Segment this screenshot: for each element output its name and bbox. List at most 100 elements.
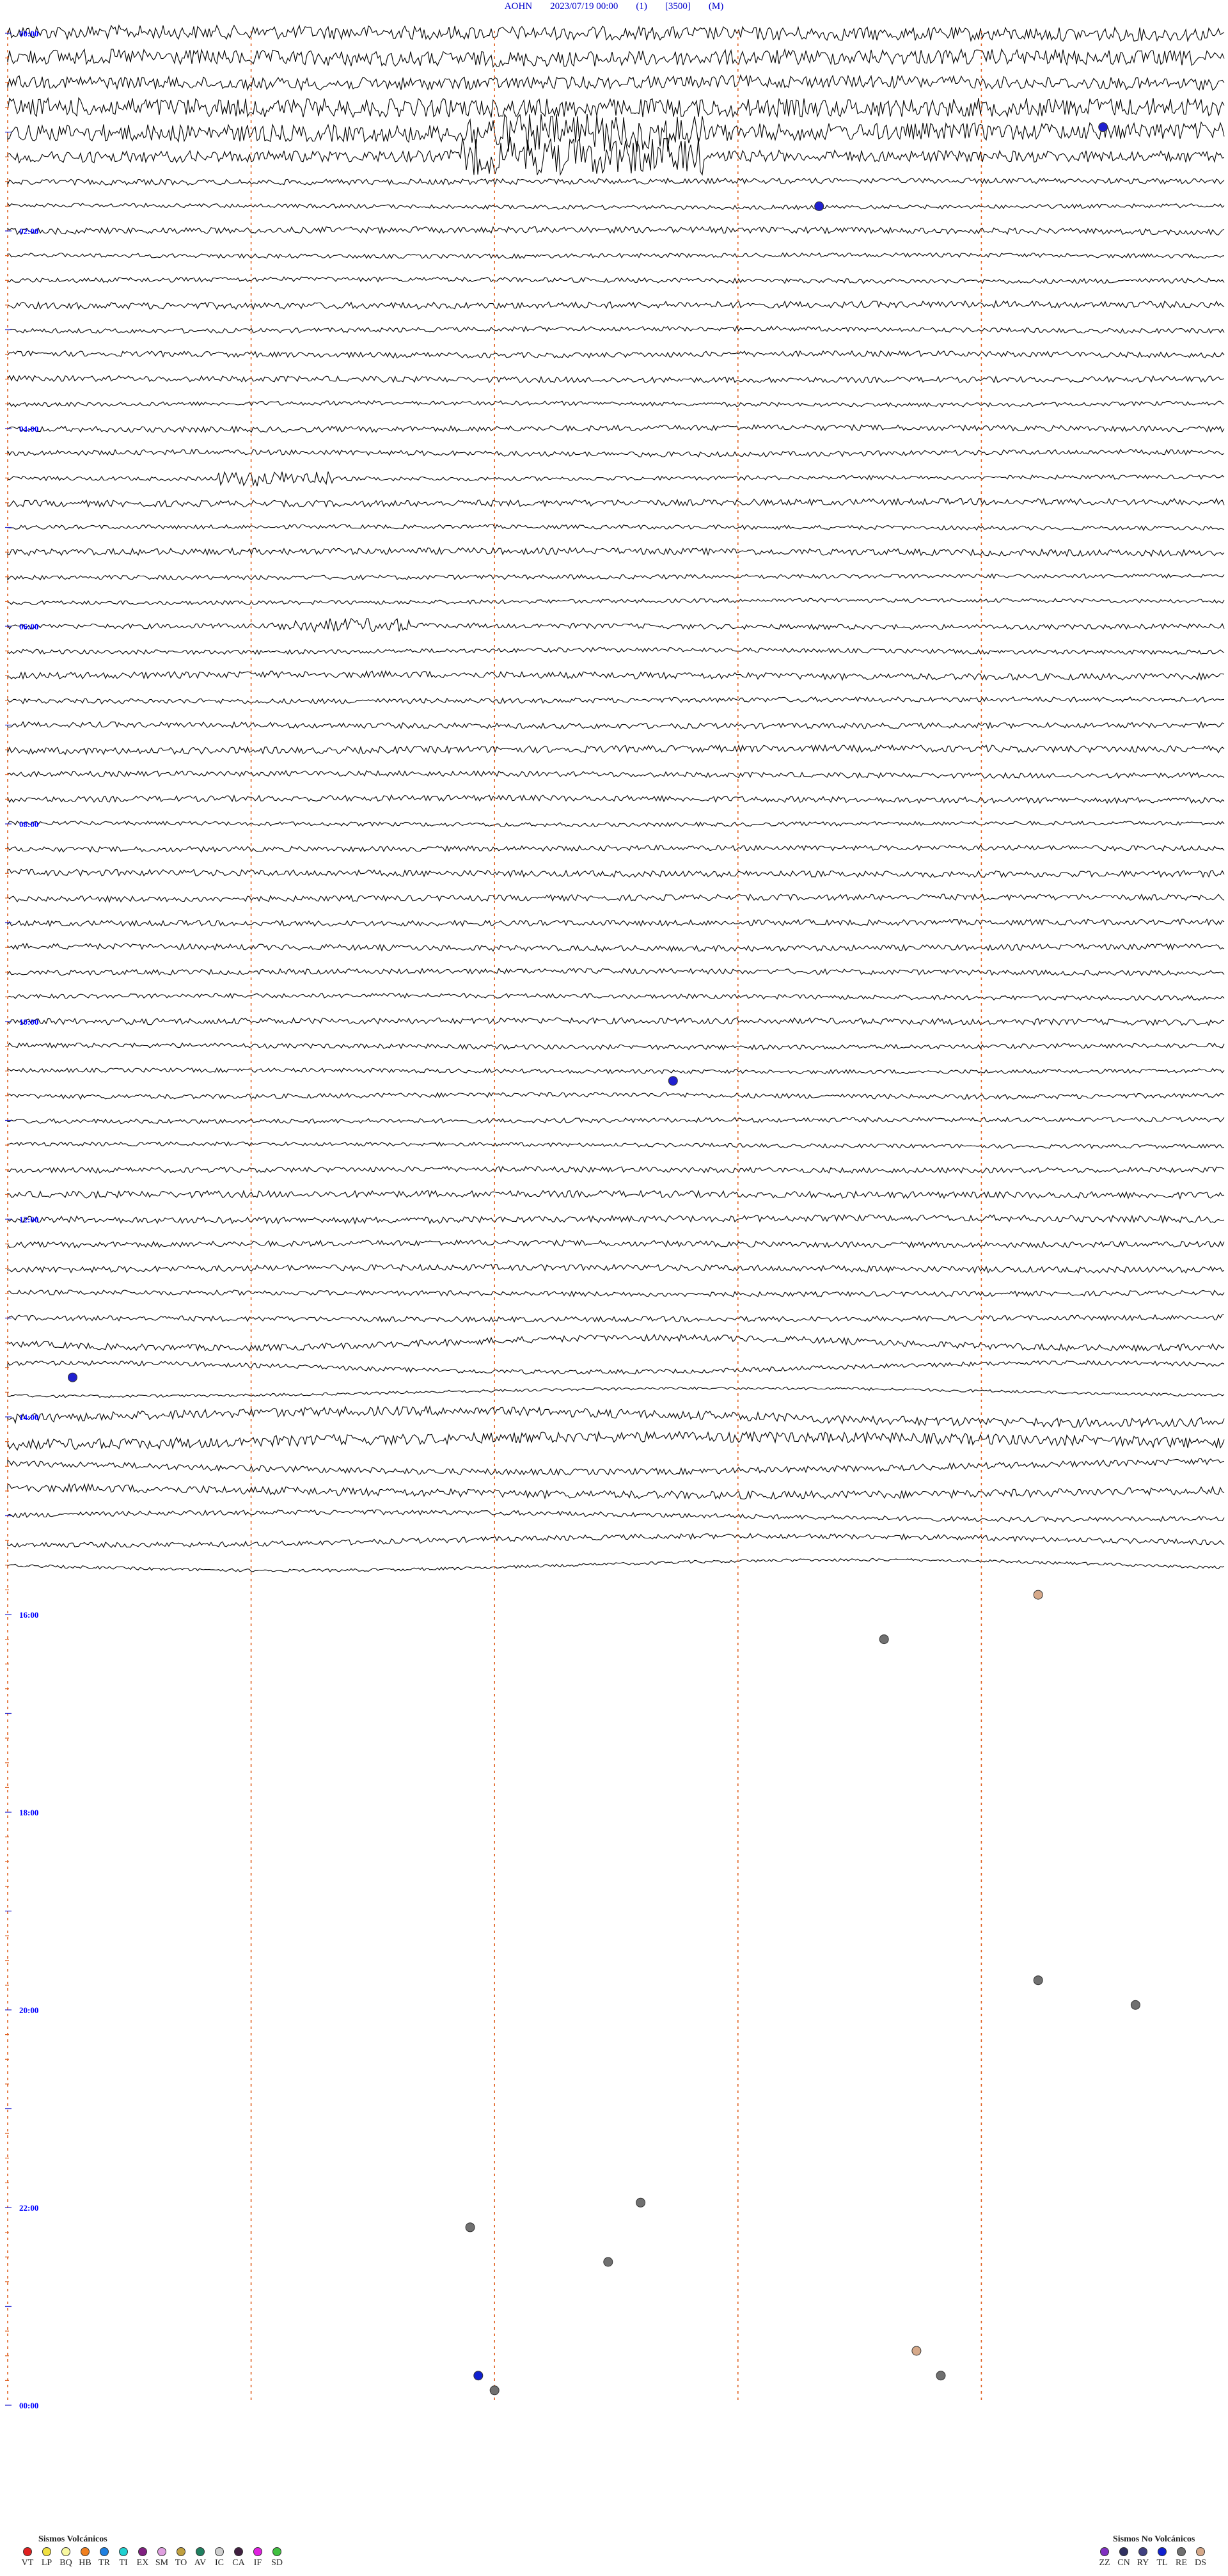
legend-nonvolcanic-ry: RY (1133, 2547, 1153, 2568)
trace-line (7, 374, 1225, 384)
legend-label: TI (119, 2558, 128, 2568)
trace-line (7, 48, 1225, 68)
legend-volcanic-tr: TR (95, 2547, 114, 2568)
trace-line (7, 820, 1225, 828)
non-volcanic-legend: ZZ CN RY TL RE DS (1095, 2547, 1223, 2573)
legend-label: CA (232, 2558, 245, 2568)
trace-line (7, 252, 1225, 260)
legend-nonvolcanic-tl: TL (1153, 2547, 1172, 2568)
trace-line (7, 325, 1225, 335)
legend-label: BQ (59, 2558, 72, 2568)
trace-line (7, 524, 1225, 532)
event-marker (911, 2346, 922, 2356)
legend-volcanic-av: AV (191, 2547, 210, 2568)
legend-dot-icon (42, 2547, 51, 2556)
event-marker (603, 2257, 613, 2267)
event-marker (473, 2371, 484, 2381)
trace-line (7, 744, 1225, 755)
event-marker (879, 1634, 889, 1645)
legend-dot-icon (253, 2547, 262, 2556)
trace-line (7, 1166, 1225, 1174)
trace-line (7, 721, 1225, 730)
legend-label: TO (175, 2558, 187, 2568)
hour-label: 00:00 (19, 2401, 38, 2410)
trace-line (7, 350, 1225, 359)
hour-label: 08:00 (19, 819, 38, 829)
trace-line (7, 1360, 1225, 1375)
trace-line (7, 400, 1225, 408)
legend-volcanic-bq: BQ (56, 2547, 75, 2568)
event-marker (1130, 2000, 1140, 2010)
trace-line (7, 1458, 1225, 1476)
trace-line (7, 1386, 1225, 1398)
trace-line (7, 448, 1225, 458)
trace-line (7, 1558, 1225, 1573)
event-marker (1033, 1975, 1043, 1986)
trace-line (7, 1213, 1225, 1225)
trace-line (7, 647, 1225, 656)
legend-volcanic-ex: EX (133, 2547, 152, 2568)
legend-volcanic-ic: IC (210, 2547, 229, 2568)
legend-dot-icon (1196, 2547, 1205, 2556)
trace-line (7, 1405, 1225, 1428)
legend-nonvolcanic-ds: DS (1191, 2547, 1210, 2568)
trace-line (7, 918, 1225, 928)
legend-label: AV (194, 2558, 207, 2568)
legend-dot-icon (119, 2547, 128, 2556)
trace-line (7, 942, 1225, 952)
legend-dot-icon (272, 2547, 281, 2556)
hour-label: 14:00 (19, 1412, 38, 1422)
legend-label: RY (1137, 2558, 1149, 2568)
event-marker (68, 1372, 77, 1382)
trace-line (7, 597, 1225, 606)
legend-label: CN (1117, 2558, 1130, 2568)
hour-label: 02:00 (19, 226, 38, 236)
event-marker (1098, 122, 1108, 132)
legend-dot-icon (1100, 2547, 1109, 2556)
trace-line (7, 1239, 1225, 1249)
trace-line (7, 1263, 1225, 1274)
trace-line (7, 97, 1225, 118)
legend-dot-icon (61, 2547, 70, 2556)
trace-line (7, 967, 1225, 977)
event-marker (668, 1076, 678, 1086)
legend-dot-icon (81, 2547, 90, 2556)
legend-label: SD (271, 2558, 283, 2568)
trace-line (7, 177, 1225, 186)
legend-label: HB (79, 2558, 91, 2568)
hour-label: 06:00 (19, 622, 38, 631)
legend-label: SM (155, 2558, 169, 2568)
trace-line (7, 471, 1225, 487)
trace-line (7, 1533, 1225, 1549)
legend-volcanic-ca: CA (229, 2547, 248, 2568)
trace-line (7, 24, 1225, 43)
legend-dot-icon (234, 2547, 243, 2556)
trace-line (7, 1042, 1225, 1051)
trace-line (7, 618, 1225, 633)
hour-label: 16:00 (19, 1610, 38, 1620)
trace-line (7, 299, 1225, 310)
legend-volcanic-hb: HB (75, 2547, 95, 2568)
legend-dot-icon (100, 2547, 109, 2556)
hour-label: 04:00 (19, 424, 38, 434)
legend-label: IC (215, 2558, 224, 2568)
legend-volcanic-sd: SD (267, 2547, 287, 2568)
legend-dot-icon (138, 2547, 147, 2556)
trace-line (7, 770, 1225, 779)
trace-line (7, 546, 1225, 557)
trace-line (7, 1116, 1225, 1125)
legend-dot-icon (1177, 2547, 1186, 2556)
hour-label: 20:00 (19, 2005, 38, 2015)
legend-dot-icon (1158, 2547, 1167, 2556)
event-marker (814, 201, 824, 211)
volcanic-legend-title: Sismos Volcánicos (38, 2534, 107, 2544)
trace-line (7, 1289, 1225, 1297)
legend-dot-icon (1119, 2547, 1128, 2556)
legend-label: LP (41, 2558, 52, 2568)
legend-dot-icon (196, 2547, 205, 2556)
event-marker (636, 2197, 646, 2208)
hour-label: 12:00 (19, 1215, 38, 1224)
trace-line (7, 1314, 1225, 1323)
legend-label: DS (1195, 2558, 1206, 2568)
helicorder-plot: 00:00 02:00 04:00 06:00 08:00 10:00 12:00 14:00… (5, 24, 1225, 2410)
